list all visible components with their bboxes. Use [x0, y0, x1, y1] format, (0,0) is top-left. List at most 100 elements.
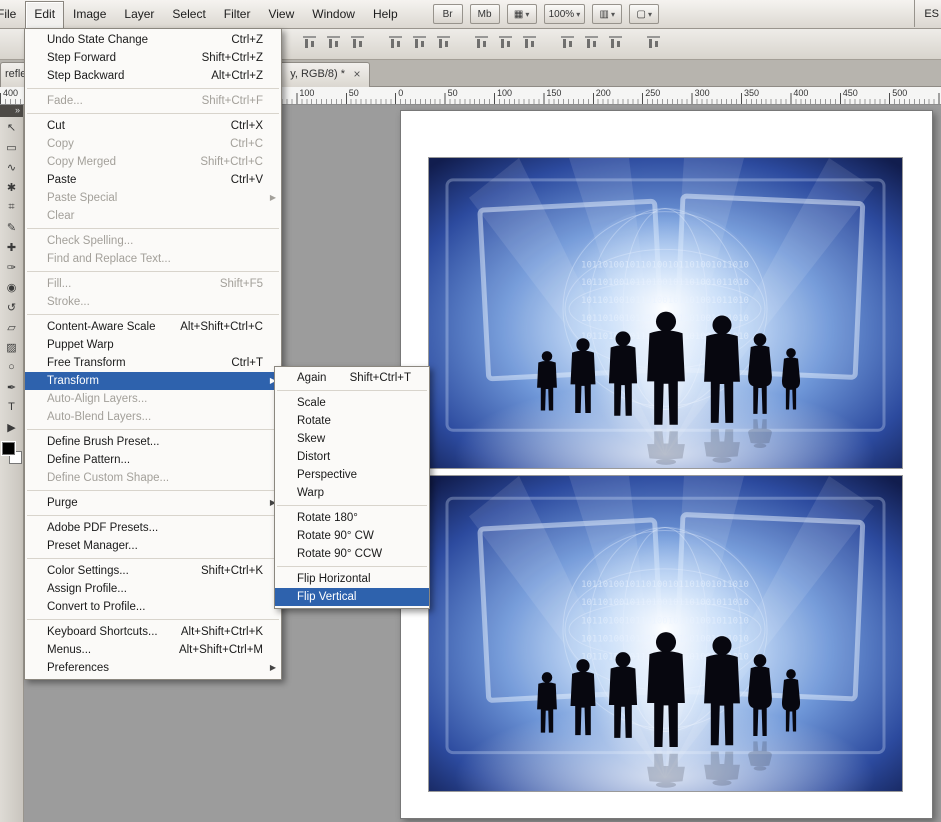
- align-bottom-edges-button[interactable]: [348, 33, 367, 52]
- menu-item-keyboard-shortcuts[interactable]: Keyboard Shortcuts...Alt+Shift+Ctrl+K: [25, 623, 281, 641]
- workspace-switcher-button[interactable]: ES: [914, 0, 941, 27]
- tools-panel: » ↖▭∿✱⌗✎✚✑◉↺▱▨○✒T▶: [0, 104, 24, 822]
- menu-item-rotate-90-ccw[interactable]: Rotate 90° CCW: [275, 545, 429, 563]
- panel-collapse-icon[interactable]: »: [0, 104, 23, 117]
- menu-item-define-brush-preset[interactable]: Define Brush Preset...: [25, 433, 281, 451]
- menu-item-fill[interactable]: Fill...Shift+F5: [25, 275, 281, 293]
- menu-item-copy-merged[interactable]: Copy MergedShift+Ctrl+C: [25, 153, 281, 171]
- menu-item-assign-profile[interactable]: Assign Profile...: [25, 580, 281, 598]
- menu-item-transform[interactable]: Transform▶: [25, 372, 281, 390]
- menu-item-preset-manager[interactable]: Preset Manager...: [25, 537, 281, 555]
- menu-item-flip-horizontal[interactable]: Flip Horizontal: [275, 570, 429, 588]
- foreground-color-swatch[interactable]: [2, 442, 15, 455]
- menu-item-convert-to-profile[interactable]: Convert to Profile...: [25, 598, 281, 616]
- menu-layer[interactable]: Layer: [115, 1, 163, 27]
- distribute-right-edges-button[interactable]: [606, 33, 625, 52]
- zoom-level-button[interactable]: 100%▾: [544, 4, 586, 24]
- align-left-edges-button[interactable]: [386, 33, 405, 52]
- crop-tool[interactable]: ⌗: [0, 197, 23, 217]
- pen-tool[interactable]: ✒: [0, 377, 23, 397]
- menu-item-undo-state-change[interactable]: Undo State ChangeCtrl+Z: [25, 31, 281, 49]
- auto-align-layers-button[interactable]: [644, 33, 663, 52]
- menu-item-rotate-90-cw[interactable]: Rotate 90° CW: [275, 527, 429, 545]
- menu-file[interactable]: File: [0, 1, 25, 27]
- menu-item-rotate[interactable]: Rotate: [275, 412, 429, 430]
- menu-item-paste-special[interactable]: Paste Special▶: [25, 189, 281, 207]
- menu-item-fade[interactable]: Fade...Shift+Ctrl+F: [25, 92, 281, 110]
- menu-item-purge[interactable]: Purge▶: [25, 494, 281, 512]
- lasso-tool[interactable]: ∿: [0, 157, 23, 177]
- menu-window[interactable]: Window: [303, 1, 364, 27]
- eraser-tool[interactable]: ▱: [0, 317, 23, 337]
- align-right-edges-button[interactable]: [434, 33, 453, 52]
- distribute-top-edges-button[interactable]: [472, 33, 491, 52]
- arrange-documents-button-label: ▥: [599, 9, 608, 20]
- menu-item-warp[interactable]: Warp: [275, 484, 429, 502]
- menu-item-rotate-180[interactable]: Rotate 180°: [275, 509, 429, 527]
- launch-bridge-button[interactable]: Br: [433, 4, 463, 24]
- move-tool[interactable]: ↖: [0, 117, 23, 137]
- menu-item-menus[interactable]: Menus...Alt+Shift+Ctrl+M: [25, 641, 281, 659]
- distribute-bottom-edges-button[interactable]: [520, 33, 539, 52]
- eyedropper-tool[interactable]: ✎: [0, 217, 23, 237]
- launch-mini-bridge-button[interactable]: Mb: [470, 4, 500, 24]
- menu-edit[interactable]: Edit: [25, 1, 64, 28]
- spot-healing-brush-tool[interactable]: ✚: [0, 237, 23, 257]
- menu-item-puppet-warp[interactable]: Puppet Warp: [25, 336, 281, 354]
- menu-view[interactable]: View: [259, 1, 303, 27]
- menu-item-adobe-pdf-presets[interactable]: Adobe PDF Presets...: [25, 519, 281, 537]
- menu-item-label: Clear: [47, 207, 263, 225]
- rectangular-marquee-tool[interactable]: ▭: [0, 137, 23, 157]
- menu-item-scale[interactable]: Scale: [275, 394, 429, 412]
- distribute-horizontal-centers-icon: [585, 36, 598, 49]
- clone-stamp-tool[interactable]: ◉: [0, 277, 23, 297]
- menu-item-clear[interactable]: Clear: [25, 207, 281, 225]
- align-top-edges-icon: [303, 36, 316, 49]
- menu-image[interactable]: Image: [64, 1, 115, 27]
- menu-item-stroke[interactable]: Stroke...: [25, 293, 281, 311]
- menu-item-color-settings[interactable]: Color Settings...Shift+Ctrl+K: [25, 562, 281, 580]
- type-tool[interactable]: T: [0, 397, 23, 417]
- menu-item-skew[interactable]: Skew: [275, 430, 429, 448]
- quick-selection-tool[interactable]: ✱: [0, 177, 23, 197]
- distribute-vertical-centers-button[interactable]: [496, 33, 515, 52]
- menu-separator: [277, 390, 427, 391]
- menu-item-auto-blend-layers[interactable]: Auto-Blend Layers...: [25, 408, 281, 426]
- menu-item-preferences[interactable]: Preferences▶: [25, 659, 281, 677]
- align-horizontal-centers-button[interactable]: [410, 33, 429, 52]
- menu-filter[interactable]: Filter: [215, 1, 260, 27]
- menu-item-again[interactable]: AgainShift+Ctrl+T: [275, 369, 429, 387]
- menu-item-step-backward[interactable]: Step BackwardAlt+Ctrl+Z: [25, 67, 281, 85]
- menu-item-step-forward[interactable]: Step ForwardShift+Ctrl+Z: [25, 49, 281, 67]
- distribute-horizontal-centers-button[interactable]: [582, 33, 601, 52]
- history-brush-tool[interactable]: ↺: [0, 297, 23, 317]
- distribute-left-edges-button[interactable]: [558, 33, 577, 52]
- arrange-documents-button[interactable]: ▥▾: [592, 4, 622, 24]
- menu-item-check-spelling[interactable]: Check Spelling...: [25, 232, 281, 250]
- align-top-edges-button[interactable]: [300, 33, 319, 52]
- menu-item-free-transform[interactable]: Free TransformCtrl+T: [25, 354, 281, 372]
- view-extras-button[interactable]: ▦▾: [507, 4, 537, 24]
- menu-item-define-pattern[interactable]: Define Pattern...: [25, 451, 281, 469]
- menu-separator: [27, 271, 279, 272]
- align-vertical-centers-button[interactable]: [324, 33, 343, 52]
- menu-item-define-custom-shape[interactable]: Define Custom Shape...: [25, 469, 281, 487]
- menu-item-auto-align-layers[interactable]: Auto-Align Layers...: [25, 390, 281, 408]
- menu-item-content-aware-scale[interactable]: Content-Aware ScaleAlt+Shift+Ctrl+C: [25, 318, 281, 336]
- menu-item-flip-vertical[interactable]: Flip Vertical: [275, 588, 429, 606]
- blur-tool[interactable]: ○: [0, 357, 23, 377]
- menu-item-paste[interactable]: PasteCtrl+V: [25, 171, 281, 189]
- menu-item-copy[interactable]: CopyCtrl+C: [25, 135, 281, 153]
- brush-tool[interactable]: ✑: [0, 257, 23, 277]
- tab-close-icon[interactable]: ×: [350, 67, 364, 82]
- menu-item-distort[interactable]: Distort: [275, 448, 429, 466]
- screen-mode-button[interactable]: ▢▾: [629, 4, 659, 24]
- path-selection-tool[interactable]: ▶: [0, 417, 23, 437]
- menu-separator: [27, 228, 279, 229]
- menu-item-perspective[interactable]: Perspective: [275, 466, 429, 484]
- menu-item-cut[interactable]: CutCtrl+X: [25, 117, 281, 135]
- menu-help[interactable]: Help: [364, 1, 407, 27]
- gradient-tool[interactable]: ▨: [0, 337, 23, 357]
- menu-item-find-and-replace-text[interactable]: Find and Replace Text...: [25, 250, 281, 268]
- menu-select[interactable]: Select: [163, 1, 214, 27]
